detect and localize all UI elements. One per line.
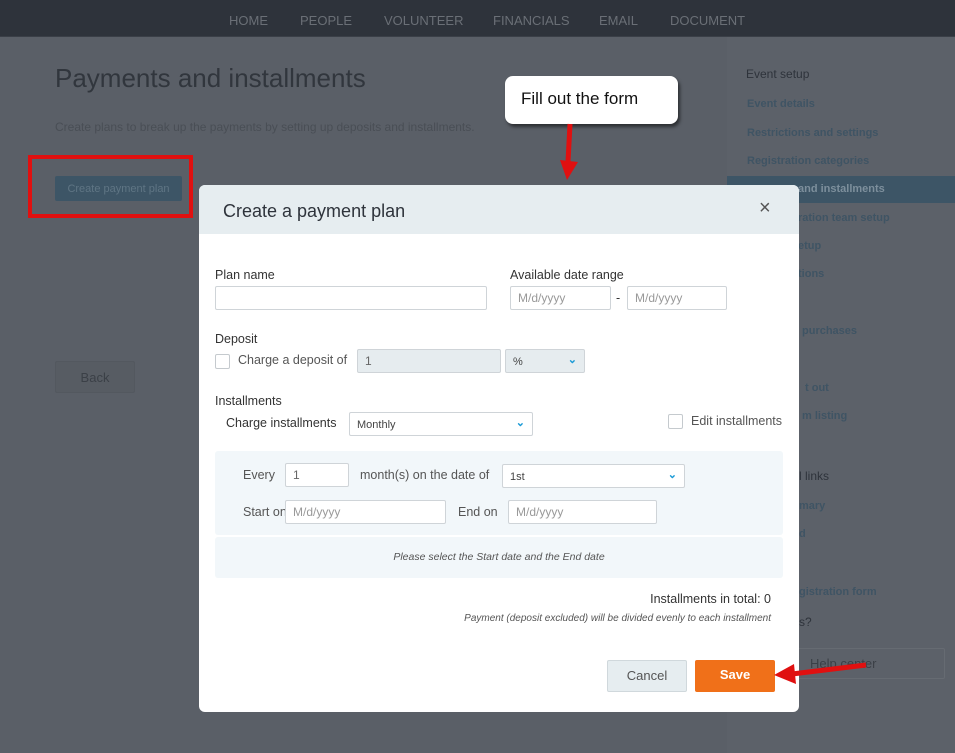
frequency-value: Monthly bbox=[357, 419, 396, 431]
months-on-date-label: month(s) on the date of bbox=[360, 468, 490, 482]
sidebar-link[interactable]: Event details bbox=[747, 98, 815, 110]
installment-frequency-select[interactable]: Monthly ⌄ bbox=[349, 412, 533, 436]
edit-installments-checkbox[interactable] bbox=[668, 414, 683, 429]
back-button[interactable]: Back bbox=[55, 361, 135, 393]
page-description: Create plans to break up the payments by… bbox=[55, 120, 475, 134]
date-range-start-input[interactable]: M/d/yyyy bbox=[510, 286, 611, 310]
annotation-callout: Fill out the form bbox=[505, 76, 678, 124]
installments-total: Installments in total: 0 bbox=[650, 592, 771, 606]
chevron-down-icon: ⌄ bbox=[567, 354, 577, 366]
top-nav: HOME PEOPLE VOLUNTEER FINANCIALS EMAIL D… bbox=[0, 0, 955, 37]
start-date-input[interactable]: M/d/yyyy bbox=[285, 500, 446, 524]
deposit-label: Deposit bbox=[215, 332, 258, 346]
annotation-highlight-box bbox=[28, 155, 193, 218]
charge-installments-label: Charge installments bbox=[226, 416, 337, 430]
sidebar-link[interactable]: mary bbox=[799, 500, 825, 512]
plan-name-label: Plan name bbox=[215, 268, 275, 282]
date-range-separator: - bbox=[616, 291, 621, 305]
nav-volunteer[interactable]: VOLUNTEER bbox=[384, 13, 463, 28]
sidebar-link[interactable]: purchases bbox=[802, 325, 857, 337]
nav-email[interactable]: EMAIL bbox=[599, 13, 638, 28]
sidebar-link[interactable]: m listing bbox=[802, 410, 847, 422]
start-on-label: Start on bbox=[243, 505, 287, 519]
every-label: Every bbox=[243, 468, 275, 482]
sidebar-heading-links: l links bbox=[799, 469, 830, 483]
division-note: Payment (deposit excluded) will be divid… bbox=[464, 613, 771, 624]
sidebar-heading-event-setup: Event setup bbox=[746, 67, 810, 81]
end-date-input[interactable]: M/d/yyyy bbox=[508, 500, 657, 524]
sidebar-link-active[interactable]: and installments bbox=[798, 183, 885, 195]
modal-title: Create a payment plan bbox=[223, 201, 406, 221]
plan-name-input[interactable] bbox=[215, 286, 487, 310]
deposit-amount-input[interactable]: 1 bbox=[357, 349, 501, 373]
annotation-arrow-down bbox=[560, 123, 578, 180]
nav-people[interactable]: PEOPLE bbox=[300, 13, 352, 28]
sidebar-link[interactable]: Registration categories bbox=[747, 155, 869, 167]
every-interval-input[interactable]: 1 bbox=[285, 463, 349, 487]
date-range-end-input[interactable]: M/d/yyyy bbox=[627, 286, 727, 310]
nav-document[interactable]: DOCUMENT bbox=[670, 13, 745, 28]
chevron-down-icon: ⌄ bbox=[515, 417, 525, 429]
annotation-arrow-left bbox=[774, 662, 867, 684]
close-icon[interactable]: × bbox=[759, 197, 771, 220]
date-of-value: 1st bbox=[510, 471, 525, 483]
installments-label: Installments bbox=[215, 394, 282, 408]
edit-installments-label: Edit installments bbox=[691, 414, 783, 428]
save-button[interactable]: Save bbox=[695, 660, 775, 692]
date-range-label: Available date range bbox=[510, 268, 624, 282]
date-hint: Please select the Start date and the End… bbox=[393, 551, 605, 563]
end-on-label: End on bbox=[458, 505, 498, 519]
sidebar-link[interactable]: gistration form bbox=[799, 586, 877, 598]
deposit-unit-select[interactable]: % ⌄ bbox=[505, 349, 585, 373]
sidebar-link[interactable]: d bbox=[799, 528, 806, 540]
charge-deposit-label: Charge a deposit of bbox=[238, 353, 348, 367]
nav-home[interactable]: HOME bbox=[229, 13, 268, 28]
chevron-down-icon: ⌄ bbox=[667, 469, 677, 481]
sidebar-link[interactable]: etup bbox=[798, 240, 821, 252]
sidebar-link[interactable]: t out bbox=[805, 382, 829, 394]
deposit-unit-value: % bbox=[513, 356, 523, 368]
schedule-panel: Every 1 month(s) on the date of 1st ⌄ Sta… bbox=[215, 451, 783, 535]
sidebar-link[interactable]: ration team setup bbox=[798, 212, 890, 224]
nav-financials[interactable]: FINANCIALS bbox=[493, 13, 570, 28]
sidebar-link[interactable]: Restrictions and settings bbox=[747, 127, 878, 139]
charge-deposit-checkbox[interactable] bbox=[215, 354, 230, 369]
sidebar-heading-help: s? bbox=[799, 615, 812, 629]
hint-panel: Please select the Start date and the End… bbox=[215, 537, 783, 578]
date-of-select[interactable]: 1st ⌄ bbox=[502, 464, 685, 488]
sidebar-link[interactable]: tions bbox=[798, 268, 824, 280]
page-title: Payments and installments bbox=[55, 63, 366, 93]
cancel-button[interactable]: Cancel bbox=[607, 660, 687, 692]
create-payment-plan-modal: Create a payment plan × Plan name Availa… bbox=[199, 185, 799, 712]
